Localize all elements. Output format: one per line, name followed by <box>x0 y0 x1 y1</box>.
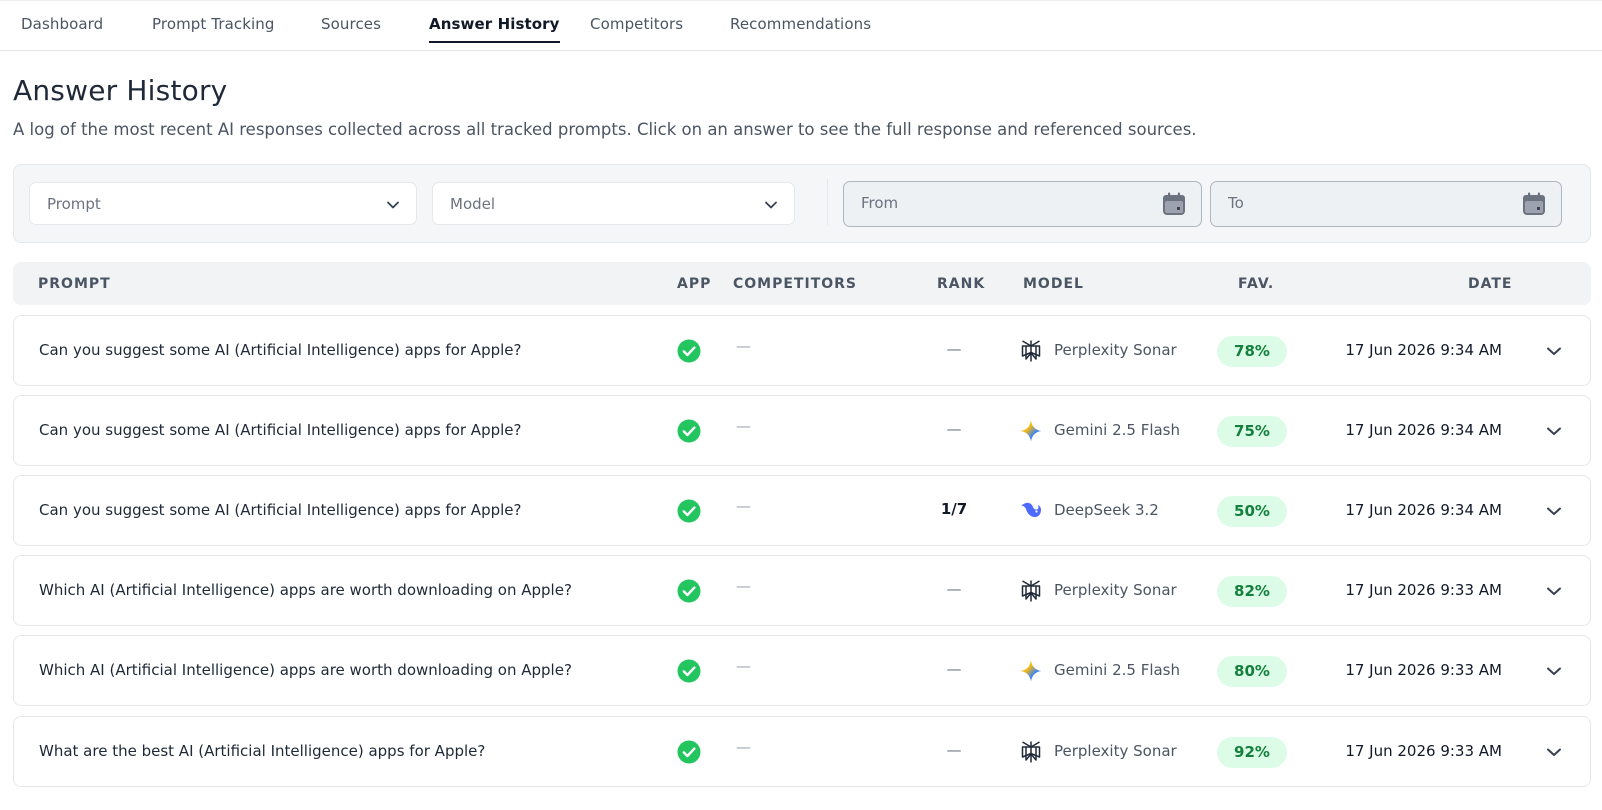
date-value: 17 Jun 2026 9:34 AM <box>1345 341 1502 359</box>
competitors-value: — <box>736 337 751 355</box>
prompt-text: Which AI (Artificial Intelligence) apps … <box>39 581 572 599</box>
favorability-badge: 75% <box>1217 416 1287 447</box>
date-value: 17 Jun 2026 9:34 AM <box>1345 501 1502 519</box>
chevron-down-icon[interactable] <box>1544 341 1564 361</box>
top-nav: Dashboard Prompt Tracking Sources Answer… <box>0 0 1602 51</box>
prompt-select-placeholder: Prompt <box>47 195 101 213</box>
chevron-down-icon[interactable] <box>1544 661 1564 681</box>
prompt-text: Can you suggest some AI (Artificial Inte… <box>39 341 522 359</box>
competitors-value: — <box>736 497 751 515</box>
table-row[interactable]: What are the best AI (Artificial Intelli… <box>13 716 1591 787</box>
chevron-down-icon[interactable] <box>1544 501 1564 521</box>
tab-answer-history[interactable]: Answer History <box>429 15 560 45</box>
table-row[interactable]: Which AI (Artificial Intelligence) apps … <box>13 635 1591 706</box>
chevron-down-icon[interactable] <box>1544 421 1564 441</box>
favorability-badge: 50% <box>1217 496 1287 527</box>
favorability-badge: 92% <box>1217 737 1287 768</box>
prompt-text: What are the best AI (Artificial Intelli… <box>39 742 486 760</box>
check-circle-icon <box>677 339 701 363</box>
prompt-text: Can you suggest some AI (Artificial Inte… <box>39 501 522 519</box>
filter-divider <box>827 179 828 225</box>
check-circle-icon <box>677 419 701 443</box>
competitors-value: — <box>736 738 751 756</box>
check-circle-icon <box>677 499 701 523</box>
check-circle-icon <box>677 579 701 603</box>
rank-value: 1/7 <box>940 500 968 518</box>
rank-value: — <box>946 741 962 759</box>
from-date-placeholder: From <box>861 194 899 212</box>
chevron-down-icon <box>765 201 777 209</box>
column-header-competitors[interactable]: COMPETITORS <box>733 276 857 292</box>
column-header-date[interactable]: DATE <box>1468 276 1512 292</box>
table-header: PROMPT APP COMPETITORS RANK MODEL FAV. D… <box>13 262 1591 305</box>
column-header-rank[interactable]: RANK <box>937 276 985 292</box>
table-row[interactable]: Can you suggest some AI (Artificial Inte… <box>13 475 1591 546</box>
prompt-text: Can you suggest some AI (Artificial Inte… <box>39 421 522 439</box>
model-select[interactable]: Model <box>432 182 795 225</box>
tab-dashboard[interactable]: Dashboard <box>21 15 103 45</box>
favorability-badge: 82% <box>1217 576 1287 607</box>
page-title: Answer History <box>13 74 228 107</box>
gemini-icon <box>1019 419 1043 443</box>
rank-value: — <box>946 660 962 678</box>
model-name: Perplexity Sonar <box>1054 341 1177 359</box>
chevron-down-icon <box>387 201 399 209</box>
perplexity-icon <box>1019 740 1043 764</box>
competitors-value: — <box>736 577 751 595</box>
to-date-input[interactable]: To <box>1210 181 1562 227</box>
favorability-badge: 80% <box>1217 656 1287 687</box>
model-name: Perplexity Sonar <box>1054 742 1177 760</box>
model-select-placeholder: Model <box>450 195 496 213</box>
column-header-prompt[interactable]: PROMPT <box>38 276 111 292</box>
table-row[interactable]: Can you suggest some AI (Artificial Inte… <box>13 315 1591 386</box>
perplexity-icon <box>1019 579 1043 603</box>
model-name: DeepSeek 3.2 <box>1054 501 1159 519</box>
prompt-text: Which AI (Artificial Intelligence) apps … <box>39 661 572 679</box>
check-circle-icon <box>677 659 701 683</box>
favorability-badge: 78% <box>1217 336 1287 367</box>
date-value: 17 Jun 2026 9:33 AM <box>1345 661 1502 679</box>
column-header-app[interactable]: APP <box>677 276 711 292</box>
gemini-icon <box>1019 659 1043 683</box>
tab-sources[interactable]: Sources <box>321 15 381 45</box>
column-header-model[interactable]: MODEL <box>1023 276 1084 292</box>
date-value: 17 Jun 2026 9:33 AM <box>1345 742 1502 760</box>
table-row[interactable]: Which AI (Artificial Intelligence) apps … <box>13 555 1591 626</box>
date-value: 17 Jun 2026 9:34 AM <box>1345 421 1502 439</box>
chevron-down-icon[interactable] <box>1544 581 1564 601</box>
perplexity-icon <box>1019 339 1043 363</box>
from-date-input[interactable]: From <box>843 181 1202 227</box>
model-name: Gemini 2.5 Flash <box>1054 421 1181 439</box>
chevron-down-icon[interactable] <box>1544 742 1564 762</box>
model-name: Gemini 2.5 Flash <box>1054 661 1181 679</box>
prompt-select[interactable]: Prompt <box>29 182 417 225</box>
rank-value: — <box>946 580 962 598</box>
tab-competitors[interactable]: Competitors <box>590 15 683 45</box>
filter-bar: Prompt Model From To <box>13 164 1591 243</box>
column-header-fav[interactable]: FAV. <box>1238 276 1274 292</box>
tab-prompt-tracking[interactable]: Prompt Tracking <box>152 15 275 45</box>
competitors-value: — <box>736 657 751 675</box>
tab-recommendations[interactable]: Recommendations <box>730 15 871 45</box>
calendar-icon[interactable] <box>1161 191 1187 217</box>
model-name: Perplexity Sonar <box>1054 581 1177 599</box>
rank-value: — <box>946 420 962 438</box>
calendar-icon[interactable] <box>1521 191 1547 217</box>
check-circle-icon <box>677 740 701 764</box>
page-subtitle: A log of the most recent AI responses co… <box>13 120 1197 139</box>
deepseek-icon <box>1019 499 1043 523</box>
competitors-value: — <box>736 417 751 435</box>
to-date-placeholder: To <box>1228 194 1244 212</box>
rank-value: — <box>946 340 962 358</box>
table-row[interactable]: Can you suggest some AI (Artificial Inte… <box>13 395 1591 466</box>
date-value: 17 Jun 2026 9:33 AM <box>1345 581 1502 599</box>
